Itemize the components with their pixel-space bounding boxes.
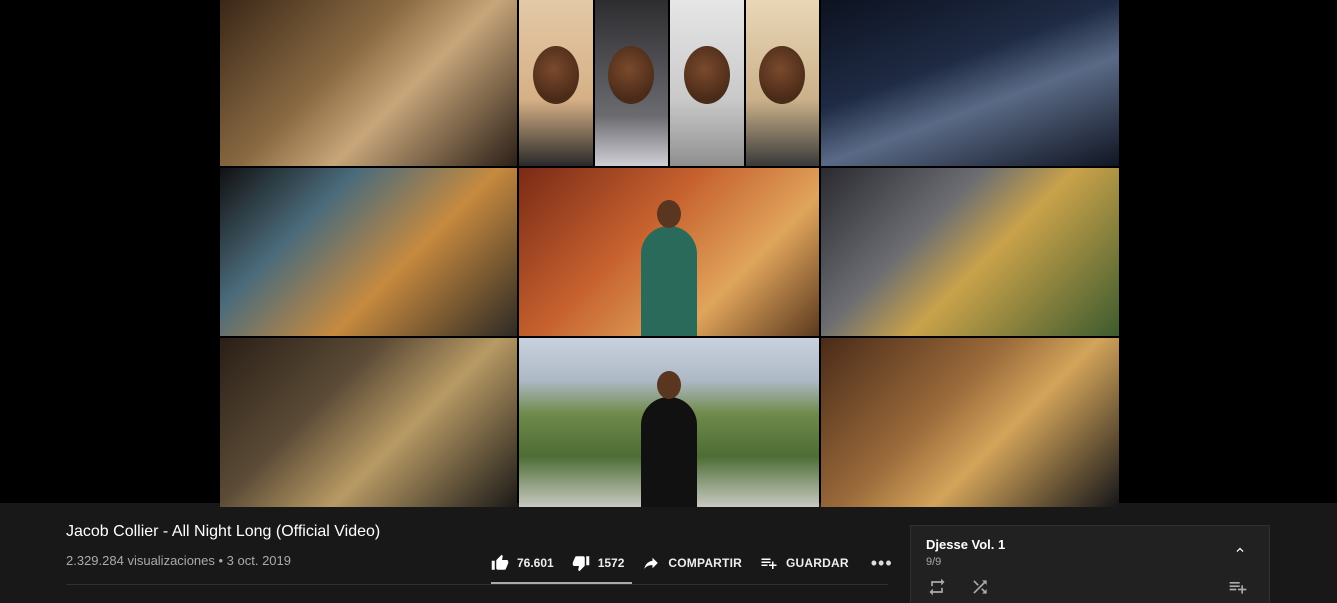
video-player[interactable] <box>0 0 1337 507</box>
video-frame[interactable] <box>220 0 1119 507</box>
playlist-add-icon[interactable] <box>1228 577 1248 597</box>
thumb-down-icon <box>572 556 589 572</box>
video-tile-trombone-section <box>220 338 517 507</box>
video-actions: 76.601 1572 COMPARTIR GUARDAR ••• <box>491 547 893 579</box>
singer-2 <box>594 0 668 166</box>
playlist-add-icon <box>761 558 777 569</box>
video-meta: 2.329.284 visualizaciones • 3 oct. 2019 <box>66 553 291 568</box>
playlist-position: 9/9 <box>926 556 942 568</box>
share-arrow-icon <box>644 557 659 569</box>
video-tile-landscape-singer <box>519 338 819 507</box>
meta-separator: • <box>214 553 227 568</box>
video-tile-french-horn <box>220 168 517 336</box>
like-button[interactable]: 76.601 <box>491 554 554 572</box>
dislike-count: 1572 <box>597 556 625 570</box>
save-label: GUARDAR <box>785 556 849 570</box>
like-count: 76.601 <box>517 556 554 570</box>
video-title: Jacob Collier - All Night Long (Official… <box>66 523 381 540</box>
dislike-button[interactable]: 1572 <box>572 554 625 572</box>
share-button[interactable]: COMPARTIR <box>642 554 742 572</box>
video-tile-clarinets <box>821 0 1119 166</box>
playlist-title[interactable]: Djesse Vol. 1 <box>926 537 1005 552</box>
more-actions-button[interactable]: ••• <box>871 553 893 574</box>
video-tile-trombones <box>821 168 1119 336</box>
playlist-panel: Djesse Vol. 1 9/9 <box>910 525 1270 603</box>
shuffle-icon[interactable] <box>970 577 990 597</box>
share-label: COMPARTIR <box>668 556 742 570</box>
video-tile-singers <box>519 0 819 166</box>
chevron-up-icon[interactable] <box>1233 543 1247 557</box>
singer-3 <box>670 0 744 166</box>
video-tile-flutes <box>220 0 517 166</box>
video-tile-trumpets <box>821 338 1119 507</box>
video-tile-jacob-collier <box>519 168 819 336</box>
view-count: 2.329.284 visualizaciones <box>66 553 215 568</box>
loop-icon[interactable] <box>927 577 947 597</box>
thumb-up-icon <box>491 554 509 570</box>
save-button[interactable]: GUARDAR <box>760 554 849 572</box>
singer-1 <box>519 0 593 166</box>
singer-4 <box>745 0 819 166</box>
info-divider <box>66 584 888 585</box>
upload-date: 3 oct. 2019 <box>226 553 291 568</box>
